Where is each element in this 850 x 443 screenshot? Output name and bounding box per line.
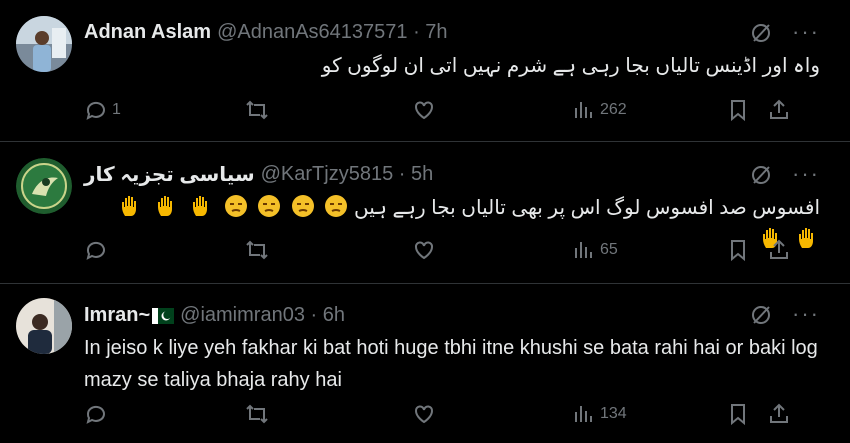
bookmark-button[interactable] [727,402,767,426]
reply-icon [86,241,105,260]
unamused-face-emoji [258,195,281,217]
views-icon [575,242,592,258]
reply-count: 1 [112,101,121,118]
pakistan-flag-emoji [152,307,175,324]
reply-icon [86,101,105,120]
repost-button[interactable] [244,98,412,122]
views-count: 65 [600,241,618,258]
repost-icon [246,100,268,120]
like-icon [415,405,433,424]
more-icon[interactable]: ··· [792,162,820,184]
tweet[interactable]: Imran~ @iamimran03 · 6h ··· In jeiso k l… [0,284,850,443]
tweet-text: افسوس صد افسوس لوگ اس پر بھی تالیاں بجا … [353,197,820,219]
reply-button[interactable] [84,402,244,426]
author-handle[interactable]: @iamimran03 · 6h [180,304,345,327]
share-icon [770,239,788,259]
raised-hand-emoji [122,196,137,216]
like-icon [415,241,433,260]
reply-button[interactable]: 1 [84,98,244,122]
reply-button[interactable] [84,238,244,262]
bookmark-icon [731,240,745,262]
like-button[interactable] [412,98,572,122]
author-name[interactable]: سیاسی تجزیہ کار [84,162,255,187]
like-icon [415,101,433,120]
views-button[interactable]: 65 [572,238,727,262]
repost-button[interactable] [244,238,412,262]
share-button[interactable] [767,402,797,426]
like-button[interactable] [412,402,572,426]
tweet[interactable]: Adnan Aslam @AdnanAs64137571 · 7h ··· وا… [0,0,850,142]
avatar[interactable] [16,158,72,214]
more-icon[interactable]: ··· [792,302,820,324]
share-icon [770,99,788,119]
unamused-face-emoji [325,195,348,217]
reply-icon [86,405,105,424]
unamused-face-emoji [224,195,247,217]
share-button[interactable] [767,238,797,262]
grok-icon[interactable] [750,304,772,331]
views-icon [575,406,592,422]
tweet[interactable]: سیاسی تجزیہ کار @KarTjzy5815 · 5h ··· اف… [0,142,850,284]
share-icon [770,403,788,423]
author-name[interactable]: Imran~ [84,304,150,327]
views-button[interactable]: 134 [572,402,727,426]
views-count: 134 [600,405,627,422]
avatar[interactable] [16,16,72,72]
bookmark-icon [731,100,745,122]
views-icon [575,102,592,118]
bookmark-icon [731,404,745,426]
views-count: 262 [600,101,627,118]
tweet-text: In jeiso k liye yeh fakhar ki bat hoti h… [84,337,818,391]
views-button[interactable]: 262 [572,98,727,122]
share-button[interactable] [767,98,797,122]
like-button[interactable] [412,238,572,262]
raised-hand-emoji [157,196,172,216]
tweet-text: واہ اور اڈینس تالیاں بجا رہی ہے شرم نہیں… [321,55,820,77]
grok-icon[interactable] [750,164,772,191]
grok-icon[interactable] [750,22,772,49]
author-handle[interactable]: @AdnanAs64137571 · 7h [217,21,447,44]
bookmark-button[interactable] [727,98,767,122]
avatar[interactable] [16,298,72,354]
unamused-face-emoji [291,195,314,217]
repost-icon [246,404,268,424]
author-name[interactable]: Adnan Aslam [84,21,211,44]
more-icon[interactable]: ··· [792,20,820,42]
repost-button[interactable] [244,402,412,426]
bookmark-button[interactable] [727,238,767,262]
repost-icon [246,240,268,260]
author-handle[interactable]: @KarTjzy5815 · 5h [261,163,434,186]
raised-hand-emoji [193,196,208,216]
